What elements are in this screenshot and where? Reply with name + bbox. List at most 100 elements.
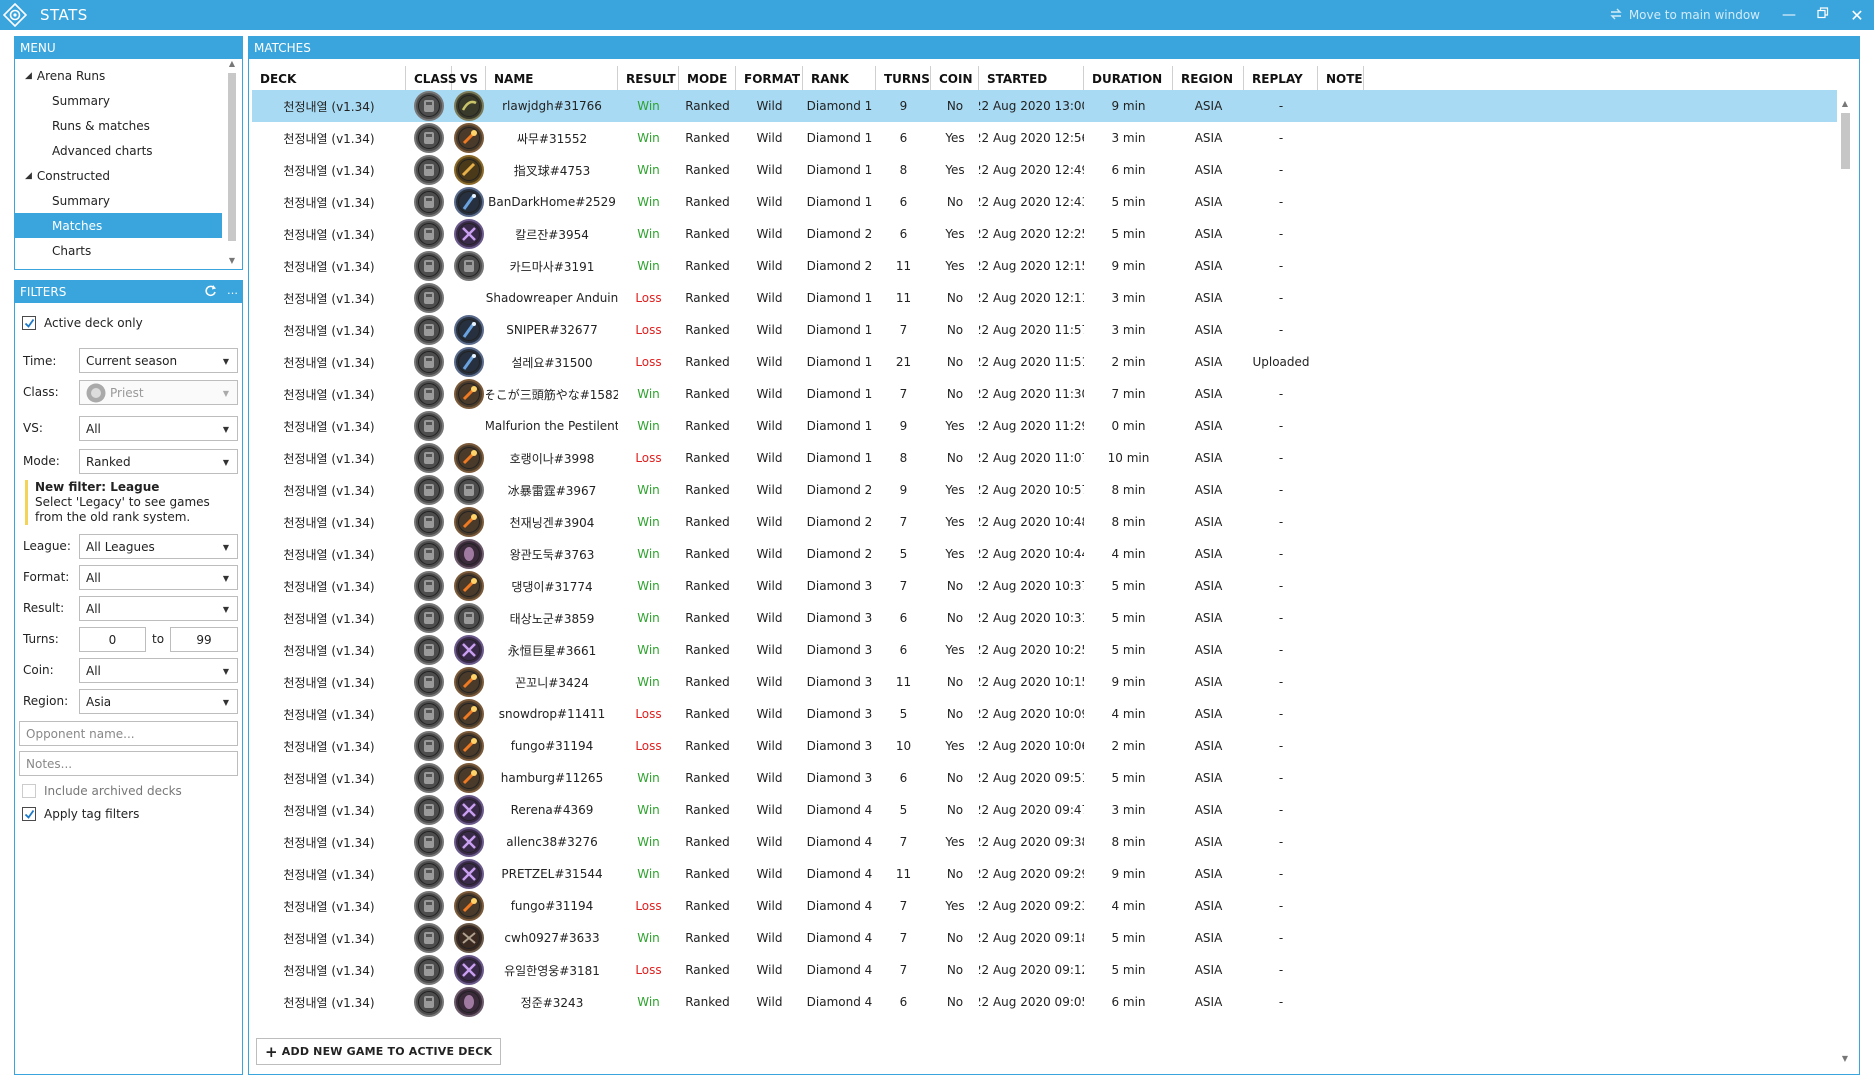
close-button[interactable]: ✕ — [1840, 0, 1874, 30]
table-row[interactable]: 천정내열 (v1.34) hamburg#11265 Win Ranked Wild Di… — [252, 762, 1837, 794]
time-select[interactable]: Current season ▼ — [79, 348, 238, 373]
table-row[interactable]: 천정내열 (v1.34) 永恒巨星#3661 Win Ranked Wild Diamon… — [252, 634, 1837, 666]
region-cell: ASIA — [1194, 995, 1223, 1009]
priest-class-icon — [454, 475, 484, 505]
scroll-down-icon[interactable]: ▼ — [226, 256, 238, 265]
table-row[interactable]: 천정내열 (v1.34) BanDarkHome#2529 Win Ranked Wil… — [252, 186, 1837, 218]
table-row[interactable]: 천정내열 (v1.34) cwh0927#3633 Win Ranked Wild Dia… — [252, 922, 1837, 954]
active-deck-only-checkbox[interactable]: Active deck only — [22, 316, 143, 330]
column-header-class[interactable]: CLASS — [406, 66, 457, 92]
menu-item-constructed[interactable]: ◢ Constructed — [15, 163, 242, 188]
table-row[interactable]: 천정내열 (v1.34) そこが三頭筋やな#1582 Win Ranked Wild Di… — [252, 378, 1837, 410]
table-row[interactable]: 천정내열 (v1.34) 천재닝겐#3904 Win Ranked Wild Diamon… — [252, 506, 1837, 538]
vs-select[interactable]: All ▼ — [79, 416, 238, 441]
column-header-region[interactable]: REGION — [1173, 66, 1244, 92]
table-row[interactable]: 천정내열 (v1.34) PRETZEL#31544 Win Ranked Wild Di… — [252, 858, 1837, 890]
matches-scroll-thumb[interactable] — [1841, 113, 1850, 169]
menu-item-arena-runs[interactable]: ◢ Arena Runs — [15, 63, 242, 88]
table-row[interactable]: 천정내열 (v1.34) 카드마사#3191 Win Ranked Wild Diamon… — [252, 250, 1837, 282]
expand-triangle-icon[interactable]: ◢ — [25, 171, 32, 181]
refresh-icon[interactable] — [204, 284, 217, 300]
scroll-down-icon[interactable]: ▼ — [1839, 1054, 1851, 1063]
more-options-icon[interactable]: … — [227, 284, 238, 297]
column-header-vs[interactable]: VS — [452, 66, 486, 92]
table-row[interactable]: 천정내열 (v1.34) 冰暴雷霆#3967 Win Ranked Wild Diamon… — [252, 474, 1837, 506]
notes-input[interactable]: Notes... — [19, 751, 238, 776]
format-select[interactable]: All ▼ — [79, 565, 238, 590]
scroll-up-icon[interactable]: ▲ — [226, 59, 238, 68]
name-cell: cwh0927#3633 — [504, 931, 600, 945]
table-row[interactable]: 천정내열 (v1.34) snowdrop#11411 Loss Ranked Wild… — [252, 698, 1837, 730]
result-select[interactable]: All ▼ — [79, 596, 238, 621]
table-row[interactable]: 천정내열 (v1.34) 왕관도둑#3763 Win Ranked Wild Diamon… — [252, 538, 1837, 570]
column-header-deck[interactable]: DECK — [252, 66, 406, 92]
rank-cell: Diamond 1 — [806, 355, 873, 369]
table-row[interactable]: 천정내열 (v1.34) 유일한영웅#3181 Loss Ranked Wild Diam… — [252, 954, 1837, 986]
menu-item-arena-summary[interactable]: Summary — [15, 88, 242, 113]
menu-item-advanced-charts[interactable]: Advanced charts — [15, 138, 242, 163]
move-to-main-window-button[interactable]: Move to main window — [1609, 7, 1760, 24]
name-cell: snowdrop#11411 — [498, 707, 606, 721]
column-header-coin[interactable]: COIN — [931, 66, 979, 92]
table-row[interactable]: 천정내열 (v1.34) rlawjdgh#31766 Win Ranked Wild D… — [252, 90, 1837, 122]
table-row[interactable]: 천정내열 (v1.34) fungo#31194 Loss Ranked Wild Dia… — [252, 890, 1837, 922]
league-select[interactable]: All Leagues ▼ — [79, 534, 238, 559]
column-header-note[interactable]: NOTE — [1318, 66, 1364, 92]
turns-to-input[interactable]: 99 — [170, 627, 238, 652]
menu-item-charts[interactable]: Charts — [15, 238, 242, 263]
column-header-started[interactable]: STARTED — [979, 66, 1084, 92]
column-header-mode[interactable]: MODE — [679, 66, 736, 92]
include-archived-checkbox[interactable]: Include archived decks — [22, 784, 182, 798]
column-header-duration[interactable]: DURATION — [1084, 66, 1173, 92]
minimize-button[interactable]: — — [1772, 0, 1806, 30]
table-row[interactable]: 천정내열 (v1.34) Rerena#4369 Win Ranked Wild Diam… — [252, 794, 1837, 826]
format-cell: Wild — [756, 643, 783, 657]
menu-item-constructed-summary[interactable]: Summary — [15, 188, 242, 213]
table-row[interactable]: 천정내열 (v1.34) 설레요#31500 Loss Ranked Wild Diamo… — [252, 346, 1837, 378]
column-header-result[interactable]: RESULT — [618, 66, 679, 92]
menu-scroll-thumb[interactable] — [228, 73, 236, 241]
table-row[interactable]: 천정내열 (v1.34) 정준#3243 Win Ranked Wild Diamond … — [252, 986, 1837, 1018]
region-select[interactable]: Asia ▼ — [79, 689, 238, 714]
column-header-name[interactable]: NAME — [486, 66, 618, 92]
column-header-format[interactable]: FORMAT — [736, 66, 803, 92]
table-row[interactable]: 천정내열 (v1.34) 싸무#31552 Win Ranked Wild Diamond… — [252, 122, 1837, 154]
region-cell: ASIA — [1194, 771, 1223, 785]
expand-triangle-icon[interactable]: ◢ — [25, 71, 32, 81]
restore-button[interactable] — [1806, 0, 1840, 30]
coin-select[interactable]: All ▼ — [79, 658, 238, 683]
table-row[interactable]: 천정내열 (v1.34) 호랭이나#3998 Loss Ranked Wild Diamo… — [252, 442, 1837, 474]
mage-class-icon — [454, 731, 484, 761]
mode-select[interactable]: Ranked ▼ — [79, 449, 238, 474]
column-header-replay[interactable]: REPLAY — [1244, 66, 1318, 92]
note-cell — [1318, 762, 1364, 794]
class-select[interactable]: Priest ▼ — [79, 380, 238, 405]
turns-cell: 6 — [899, 643, 908, 657]
table-row[interactable]: 천정내열 (v1.34) fungo#31194 Loss Ranked Wild Dia… — [252, 730, 1837, 762]
menu-item-runs-matches[interactable]: Runs & matches — [15, 113, 242, 138]
vs-cell — [452, 154, 486, 186]
table-row[interactable]: 천정내열 (v1.34) SNIPER#32677 Loss Ranked Wild Di… — [252, 314, 1837, 346]
warlock-class-icon — [454, 795, 484, 825]
table-row[interactable]: 천정내열 (v1.34) 꼰꼬니#3424 Win Ranked Wild Diamond… — [252, 666, 1837, 698]
format-cell: Wild — [756, 163, 783, 177]
table-row[interactable]: 천정내열 (v1.34) 칼르잔#3954 Win Ranked Wild Diamond… — [252, 218, 1837, 250]
matches-scrollbar[interactable]: ▲ ▼ — [1839, 99, 1851, 1063]
menu-scrollbar[interactable]: ▲ ▼ — [226, 59, 238, 267]
table-row[interactable]: 천정내열 (v1.34) 댕댕이#31774 Win Ranked Wild Diamon… — [252, 570, 1837, 602]
opponent-name-input[interactable]: Opponent name... — [19, 721, 238, 746]
table-row[interactable]: 천정내열 (v1.34) 태상노군#3859 Win Ranked Wild Diamon… — [252, 602, 1837, 634]
table-row[interactable]: 천정내열 (v1.34) 指叉球#4753 Win Ranked Wild Diamond… — [252, 154, 1837, 186]
add-new-game-button[interactable]: + ADD NEW GAME TO ACTIVE DECK — [256, 1038, 502, 1065]
apply-tag-filters-checkbox[interactable]: Apply tag filters — [22, 807, 139, 821]
turns-from-input[interactable]: 0 — [79, 627, 146, 652]
column-header-turns[interactable]: TURNS — [876, 66, 931, 92]
table-row[interactable]: 천정내열 (v1.34) allenc38#3276 Win Ranked Wild Di… — [252, 826, 1837, 858]
vs-cell — [452, 506, 486, 538]
replay-cell: - — [1278, 547, 1284, 561]
column-header-rank[interactable]: RANK — [803, 66, 876, 92]
table-row[interactable]: 천정내열 (v1.34) Shadowreaper Anduin Loss Ranke… — [252, 282, 1837, 314]
menu-item-matches[interactable]: Matches — [15, 213, 222, 238]
scroll-up-icon[interactable]: ▲ — [1839, 99, 1851, 108]
table-row[interactable]: 천정내열 (v1.34) Malfurion the Pestilent Win Ra… — [252, 410, 1837, 442]
